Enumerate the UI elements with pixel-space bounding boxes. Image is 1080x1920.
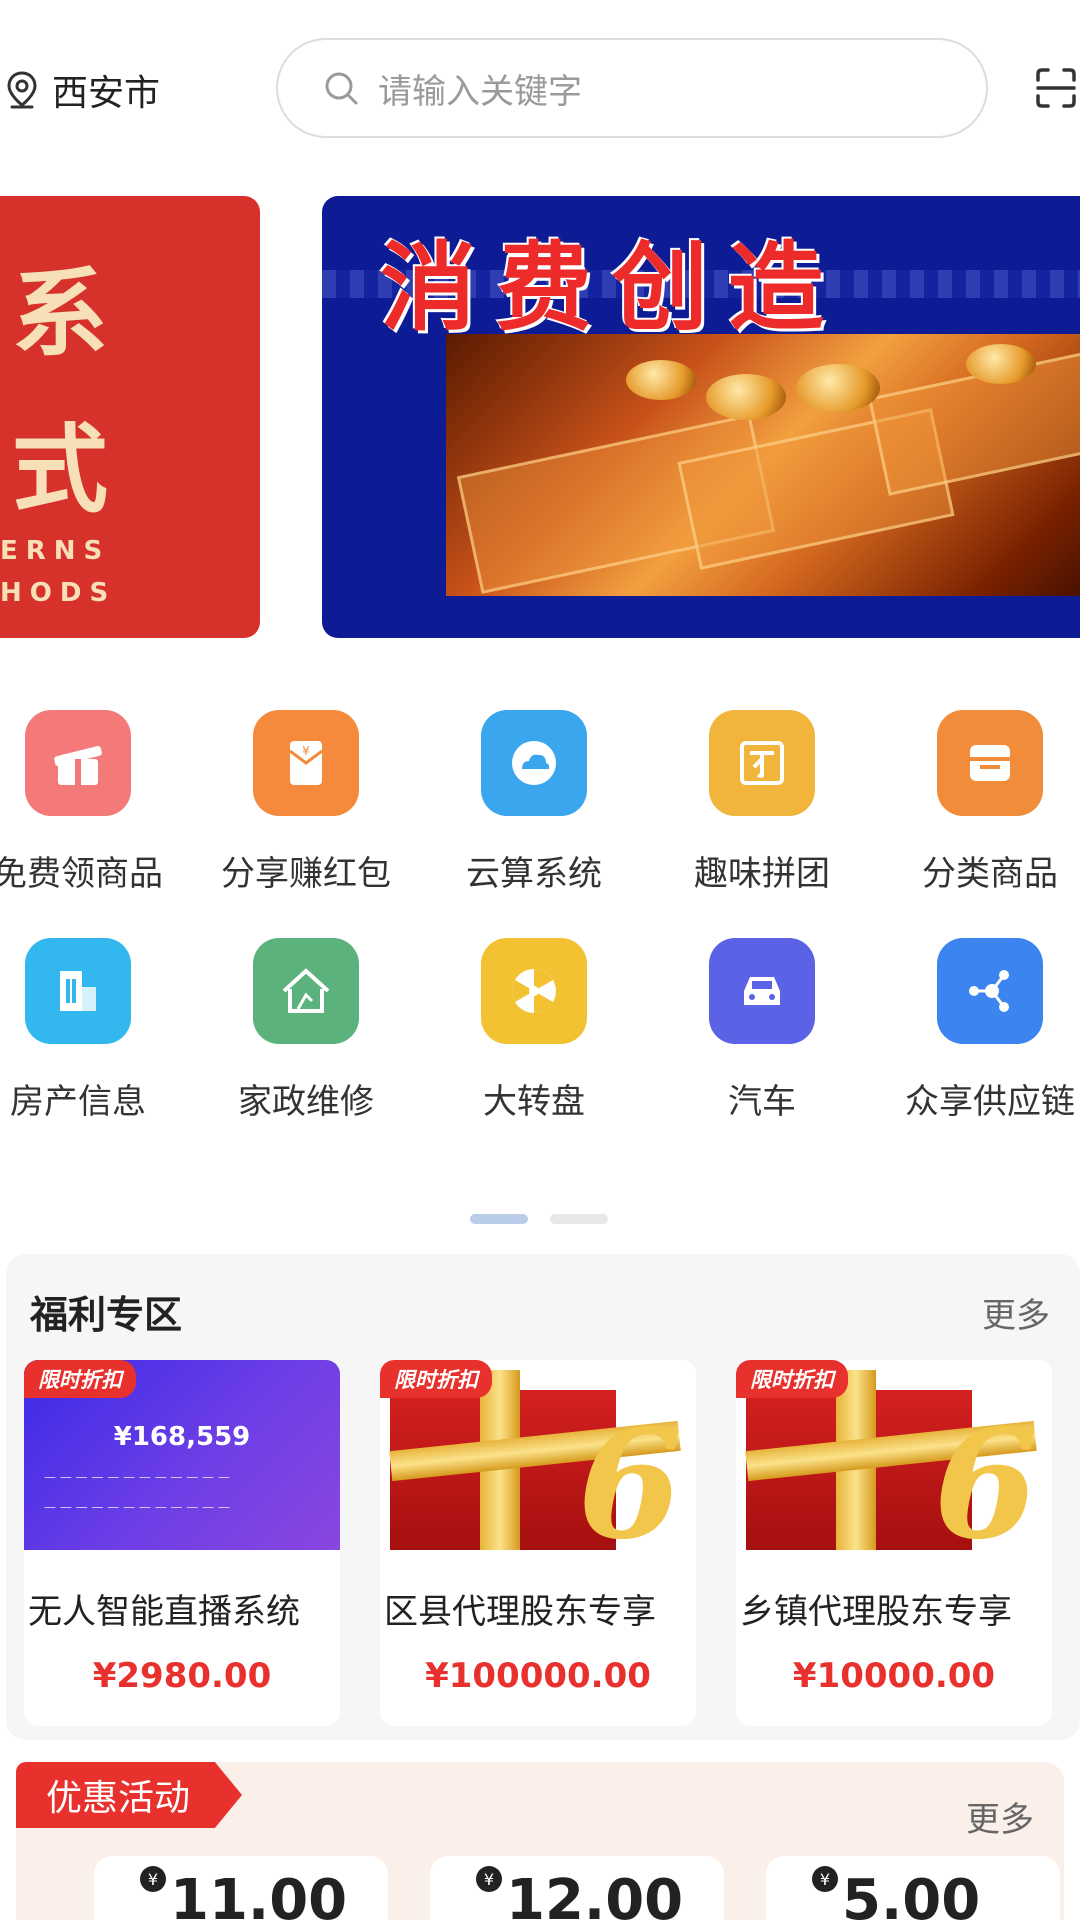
product-card[interactable]: ¥168,559 — — — — — — — — — — — — — — — —…: [24, 1360, 340, 1726]
product-price: ¥100000.00: [425, 1656, 651, 1696]
page-dot-active: [470, 1214, 528, 1224]
product-card[interactable]: 6 限时折扣 区县代理股东专享 ¥100000.00: [380, 1360, 696, 1726]
group-buy-icon: [709, 710, 815, 816]
house-clean-icon: [253, 938, 359, 1044]
grid-item-category-goods[interactable]: 分类商品: [890, 710, 1080, 895]
welfare-title: 福利专区: [30, 1293, 183, 1337]
location-label: 西安市: [52, 73, 161, 114]
location-selector[interactable]: 西安市: [4, 64, 160, 116]
scan-icon[interactable]: [1034, 66, 1078, 110]
grid-item-group-buy[interactable]: 趣味拼团: [662, 710, 862, 895]
coupon-amount: 11.00: [170, 1868, 348, 1920]
discount-tag: 限时折扣: [24, 1360, 136, 1398]
search-bar[interactable]: 请输入关键字: [276, 38, 988, 138]
image-amount-text: ¥168,559: [113, 1422, 251, 1452]
grid-item-cloud-system[interactable]: 云算系统: [434, 710, 634, 895]
location-pin-icon: [7, 71, 37, 109]
promotion-more-link[interactable]: 更多: [966, 1792, 1034, 1841]
banner-text-line1: 系: [12, 258, 112, 370]
grid-item-share-red-envelope[interactable]: ¥ 分享赚红包: [206, 710, 406, 895]
banner-text-line2: 式: [12, 414, 112, 526]
yen-icon: ¥: [476, 1866, 502, 1892]
share-network-icon: [937, 938, 1043, 1044]
cloud-icon: [481, 710, 587, 816]
promotion-section: 优惠活动 更多 ¥ 11.00 ¥ 12.00 ¥ 5.00: [16, 1762, 1064, 1920]
grid-item-label: 趣味拼团: [694, 854, 830, 894]
product-image: 6 限时折扣: [380, 1360, 696, 1550]
coupon-amount: 5.00: [842, 1868, 981, 1920]
search-input[interactable]: 请输入关键字: [378, 64, 582, 113]
wheel-icon: [481, 938, 587, 1044]
grid-item-real-estate[interactable]: 房产信息: [0, 938, 178, 1123]
grid-item-label: 房产信息: [10, 1082, 146, 1122]
product-price: ¥10000.00: [792, 1656, 996, 1696]
grid-item-lucky-wheel[interactable]: 大转盘: [434, 938, 634, 1123]
welfare-section: 福利专区 更多 ¥168,559 — — — — — — — — — — — —…: [6, 1254, 1080, 1740]
product-name: 无人智能直播系统: [28, 1592, 300, 1632]
product-image: 6 限时折扣: [736, 1360, 1052, 1550]
coupon-card[interactable]: ¥ 5.00: [766, 1856, 1060, 1920]
product-image: ¥168,559 — — — — — — — — — — — — — — — —…: [24, 1360, 340, 1550]
svg-text:¥: ¥: [302, 744, 310, 758]
banner-slide-current[interactable]: 消费创造: [322, 196, 1080, 638]
grid-item-supply-chain[interactable]: 众享供应链: [890, 938, 1080, 1123]
building-icon: [25, 938, 131, 1044]
banner-slide-previous[interactable]: 系 式 ERNS HODS: [0, 196, 260, 638]
banner-en-line1: ERNS: [0, 536, 111, 566]
top-bar: 西安市 请输入关键字: [0, 0, 1080, 180]
discount-tag: 限时折扣: [380, 1360, 492, 1398]
page-indicator: [470, 1214, 608, 1224]
grid-item-car[interactable]: 汽车: [662, 938, 862, 1123]
grid-item-label: 众享供应链: [905, 1082, 1075, 1122]
banner-en-line2: HODS: [0, 578, 117, 608]
grid-item-label: 云算系统: [466, 854, 602, 894]
grid-item-label: 大转盘: [483, 1082, 585, 1122]
grid-item-label: 分类商品: [922, 854, 1058, 894]
grid-item-label: 汽车: [728, 1082, 796, 1122]
welfare-more-link[interactable]: 更多: [982, 1288, 1050, 1337]
grid-item-housekeeping[interactable]: 家政维修: [206, 938, 406, 1123]
coupon-card[interactable]: ¥ 11.00: [94, 1856, 388, 1920]
grid-item-label: 免费领商品: [0, 854, 163, 894]
yen-icon: ¥: [140, 1866, 166, 1892]
product-price: ¥2980.00: [92, 1656, 272, 1696]
grid-item-label: 家政维修: [238, 1082, 374, 1122]
coupon-card[interactable]: ¥ 12.00: [430, 1856, 724, 1920]
discount-tag: 限时折扣: [736, 1360, 848, 1398]
car-icon: [709, 938, 815, 1044]
gift-icon: [25, 710, 131, 816]
store-icon: [937, 710, 1043, 816]
search-icon: [325, 72, 358, 105]
banner-title: 消费创造: [380, 231, 844, 344]
grid-item-free-goods[interactable]: 免费领商品: [0, 710, 178, 895]
product-card[interactable]: 6 限时折扣 乡镇代理股东专享 ¥10000.00: [736, 1360, 1052, 1726]
grid-item-label: 分享赚红包: [221, 854, 391, 894]
page-dot: [550, 1214, 608, 1224]
red-envelope-icon: ¥: [253, 710, 359, 816]
promotion-title: 优惠活动: [16, 1762, 242, 1828]
banner-money-image: [446, 334, 1080, 596]
yen-icon: ¥: [812, 1866, 838, 1892]
product-name: 乡镇代理股东专享: [740, 1592, 1012, 1632]
product-name: 区县代理股东专享: [384, 1592, 656, 1632]
coupon-amount: 12.00: [506, 1868, 684, 1920]
